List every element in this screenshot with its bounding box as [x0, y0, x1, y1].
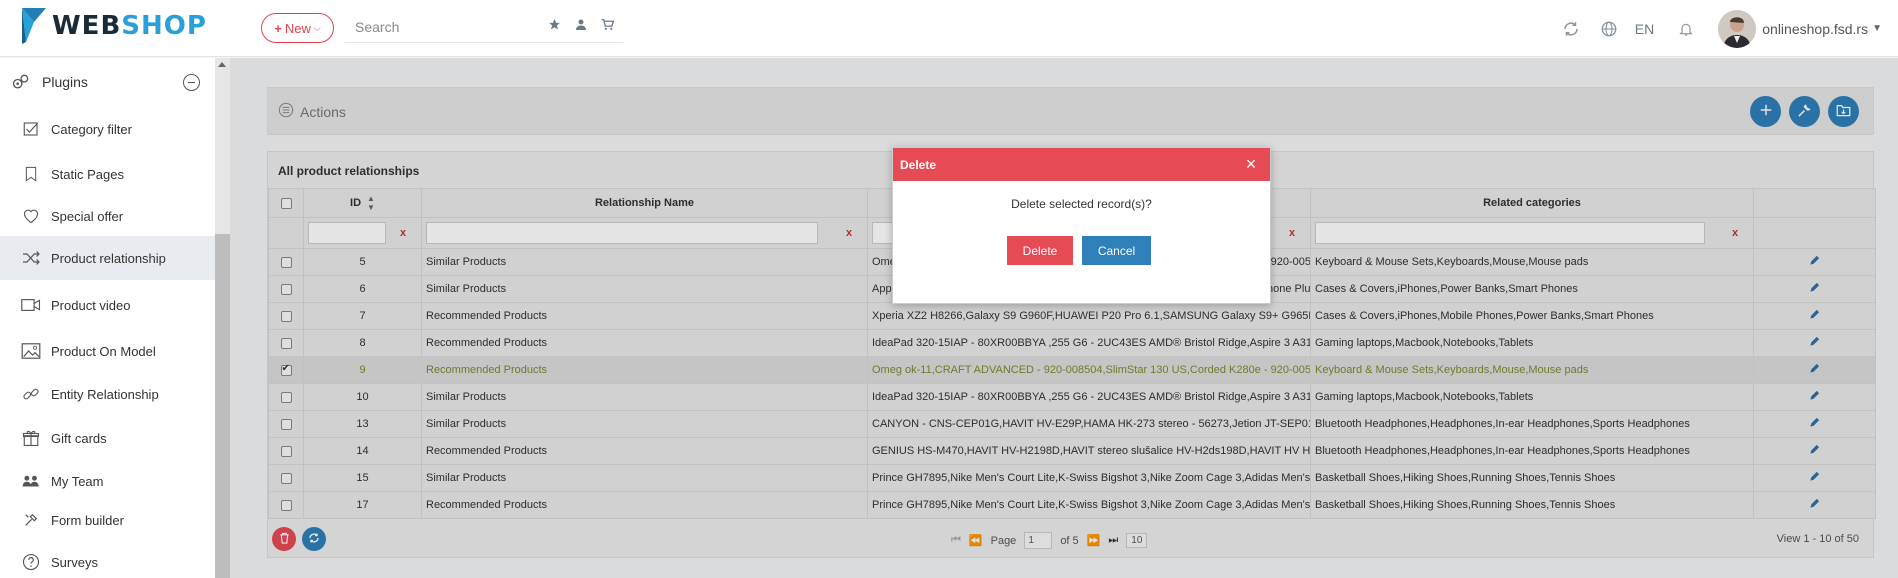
- sidebar: Plugins Category filter Static Pages Spe…: [0, 58, 230, 578]
- sidebar-item-label: Form builder: [51, 512, 124, 528]
- sidebar-plugins-header[interactable]: Plugins: [0, 58, 215, 106]
- scroll-up-icon[interactable]: [218, 62, 226, 67]
- avatar[interactable]: [1718, 9, 1757, 48]
- logo-text-shop: SHOP: [121, 11, 207, 41]
- sidebar-item-special-offer[interactable]: Special offer: [0, 194, 215, 238]
- sidebar-item-product-video[interactable]: Product video: [0, 283, 215, 327]
- username[interactable]: onlineshop.fsd.rs: [1762, 21, 1868, 37]
- dialog-message: Delete selected record(s)?: [1011, 197, 1152, 211]
- bookmark-icon: [20, 163, 42, 185]
- sidebar-scrollbar[interactable]: [215, 58, 230, 578]
- plugins-icon: [10, 71, 32, 93]
- close-icon[interactable]: ×: [1242, 155, 1260, 173]
- top-bar: WEBSHOP + New ⌵ EN: [0, 0, 1898, 57]
- sidebar-item-form-builder[interactable]: Form builder: [0, 498, 215, 542]
- webshop-logo[interactable]: WEBSHOP: [20, 6, 207, 46]
- sidebar-item-category-filter[interactable]: Category filter: [0, 107, 215, 151]
- chevron-down-icon: ⌵: [313, 22, 321, 33]
- new-button[interactable]: + New ⌵: [261, 13, 334, 43]
- sidebar-item-label: Product relationship: [51, 250, 166, 266]
- logo-text: WEBSHOP: [52, 11, 207, 41]
- sidebar-header-label: Plugins: [42, 74, 88, 90]
- caret-down-icon[interactable]: ▼: [1872, 23, 1882, 34]
- sidebar-item-label: Category filter: [51, 121, 132, 137]
- sidebar-item-label: Product On Model: [51, 343, 156, 359]
- sidebar-item-label: Surveys: [51, 554, 98, 570]
- link-icon: [20, 383, 42, 405]
- sidebar-item-label: Entity Relationship: [51, 386, 159, 402]
- sidebar-item-static-pages[interactable]: Static Pages: [0, 152, 215, 196]
- sidebar-item-product-on-model[interactable]: Product On Model: [0, 329, 215, 373]
- refresh-icon[interactable]: [1559, 17, 1583, 41]
- shuffle-icon: [20, 247, 42, 269]
- sidebar-item-my-team[interactable]: My Team: [0, 459, 215, 503]
- star-icon[interactable]: [548, 18, 561, 34]
- dialog-header: Delete: [893, 148, 1270, 181]
- cancel-button[interactable]: Cancel: [1082, 236, 1151, 265]
- sidebar-item-gift-cards[interactable]: Gift cards: [0, 416, 215, 460]
- sidebar-item-entity-relationship[interactable]: Entity Relationship: [0, 372, 215, 416]
- image-icon: [20, 340, 42, 362]
- new-button-label: New: [284, 20, 311, 36]
- search-input[interactable]: [345, 13, 535, 41]
- modal-overlay[interactable]: [230, 58, 1898, 578]
- delete-dialog: Delete × Delete selected record(s)? Dele…: [892, 147, 1271, 304]
- logo-text-web: WEB: [52, 11, 122, 41]
- scrollbar-thumb[interactable]: [215, 234, 230, 578]
- globe-icon[interactable]: [1597, 17, 1621, 41]
- sidebar-item-surveys[interactable]: Surveys: [0, 540, 215, 578]
- sidebar-item-product-relationship[interactable]: Product relationship: [0, 236, 215, 280]
- video-icon: [20, 294, 42, 316]
- user-icon[interactable]: [575, 18, 587, 34]
- search-shortcuts: [548, 18, 615, 34]
- sidebar-item-label: Special offer: [51, 208, 124, 224]
- sidebar-item-label: Gift cards: [51, 430, 107, 446]
- collapse-icon[interactable]: [183, 74, 200, 91]
- heart-icon: [20, 205, 42, 227]
- language-selector[interactable]: EN: [1635, 21, 1654, 37]
- cart-icon[interactable]: [601, 18, 615, 34]
- question-icon: [20, 551, 42, 573]
- gift-icon: [20, 427, 42, 449]
- sidebar-item-label: Product video: [51, 297, 131, 313]
- plus-icon: +: [274, 20, 282, 36]
- sidebar-item-label: My Team: [51, 473, 104, 489]
- top-right-tools: EN onlineshop.fsd.rs ▼: [1559, 0, 1898, 57]
- sidebar-item-label: Static Pages: [51, 166, 124, 182]
- dialog-title: Delete: [900, 157, 937, 172]
- team-icon: [20, 470, 42, 492]
- confirm-delete-button[interactable]: Delete: [1007, 236, 1073, 265]
- logo-flag-icon: [20, 6, 50, 46]
- tools-icon: [20, 509, 42, 531]
- checkbox-icon: [20, 118, 42, 140]
- bell-icon[interactable]: [1674, 17, 1698, 41]
